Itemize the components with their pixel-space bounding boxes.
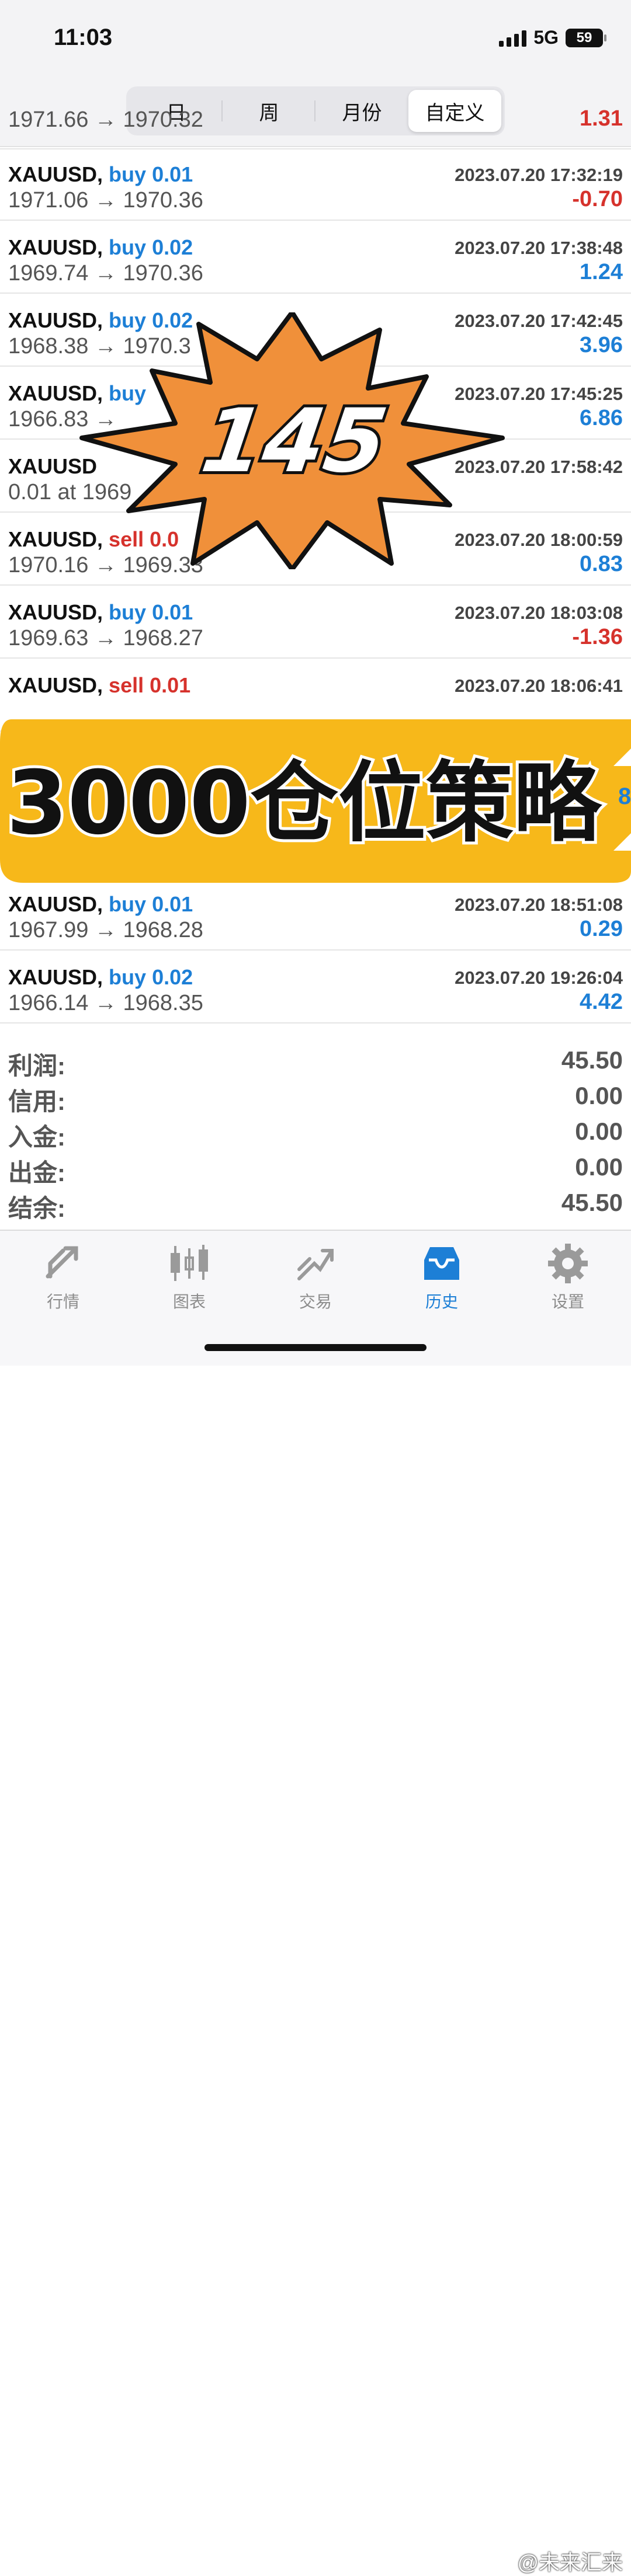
trade-profit: 4.42 — [580, 990, 623, 1014]
trade-lots: 0.01 — [152, 162, 193, 186]
summary-label: 入金: — [8, 1123, 65, 1151]
trade-price: 1971.06 → 1970.36 — [8, 188, 203, 213]
trade-lots: 0.02 — [152, 235, 193, 259]
tab-label: 交易 — [299, 1293, 332, 1311]
summary-credit: 信用: 0.00 — [0, 1082, 631, 1118]
home-indicator[interactable] — [204, 1344, 427, 1351]
trade-profit: 1.24 — [580, 260, 623, 284]
trade-time: 2023.07.20 19:26:04 — [455, 967, 623, 988]
trade-icon — [297, 1249, 334, 1280]
tab-history[interactable]: 历史 — [401, 1242, 483, 1313]
trade-row[interactable]: XAUUSD, buy 0.01 2023.07.20 18:03:08 196… — [0, 585, 631, 659]
signal-icon — [499, 29, 527, 47]
battery-icon: 59 — [566, 28, 606, 47]
tab-label: 图表 — [172, 1293, 206, 1311]
trade-symbol: XAUUSD, — [8, 965, 103, 989]
tab-trade[interactable]: 交易 — [275, 1242, 356, 1313]
trade-side: buy — [109, 600, 147, 624]
trade-symbol: XAUUSD, — [8, 600, 103, 624]
status-indicators: 5G 59 — [499, 27, 606, 48]
trade-side: buy — [109, 965, 147, 989]
promo-banner: 3000仓位策略 8 — [0, 719, 631, 883]
badge-number: 145 — [196, 390, 393, 492]
trade-price: 1971.66 → 1970.32 — [8, 107, 203, 132]
trade-side: buy — [109, 235, 147, 259]
trade-profit: 6.86 — [580, 406, 623, 430]
trade-profit: -1.36 — [572, 625, 623, 649]
status-bar: 11:03 5G 59 — [0, 0, 631, 76]
summary-profit: 利润: 45.50 — [0, 1046, 631, 1082]
history-icon — [424, 1247, 459, 1280]
trade-profit: 1.31 — [580, 106, 623, 131]
tab-chart[interactable]: 图表 — [148, 1242, 230, 1313]
summary-value: 0.00 — [575, 1153, 623, 1181]
tab-label: 行情 — [46, 1293, 79, 1311]
trade-profit: 0.83 — [580, 552, 623, 576]
banner-text: 3000仓位策略 — [6, 753, 602, 854]
tab-settings[interactable]: 设置 — [527, 1242, 609, 1313]
trade-symbol: XAUUSD, — [8, 235, 103, 259]
trade-side: buy — [109, 892, 147, 916]
summary-withdrawal: 出金: 0.00 — [0, 1153, 631, 1189]
trade-price: 1967.99 → 1968.28 — [8, 918, 203, 942]
trade-time: 2023.07.20 17:38:48 — [455, 238, 623, 258]
network-label: 5G — [533, 27, 559, 48]
chart-icon — [171, 1245, 208, 1281]
watermark-text: @未来汇来 — [517, 2550, 623, 2574]
battery-level: 59 — [576, 29, 592, 46]
trade-profit: 0.29 — [580, 917, 623, 941]
summary-value: 0.00 — [575, 1082, 623, 1109]
summary-value: 45.50 — [561, 1189, 623, 1216]
summary-balance: 结余: 45.50 — [0, 1189, 631, 1224]
settings-icon — [548, 1244, 588, 1283]
tab-label: 设置 — [551, 1293, 584, 1311]
trade-lots: 0.01 — [152, 892, 193, 916]
trade-price: 1969.74 → 1970.36 — [8, 261, 203, 286]
status-time: 11:03 — [54, 25, 113, 50]
summary-label: 出金: — [8, 1159, 65, 1186]
summary-label: 信用: — [8, 1088, 65, 1115]
summary-label: 利润: — [8, 1052, 65, 1080]
trade-row[interactable]: XAUUSD, buy 0.01 2023.07.20 17:32:19 197… — [0, 147, 631, 221]
tab-quotes[interactable]: 行情 — [22, 1242, 104, 1313]
trade-time: 2023.07.20 18:03:08 — [455, 603, 623, 623]
trade-row[interactable]: XAUUSD, buy 0.02 2023.07.20 17:38:48 196… — [0, 220, 631, 294]
trade-lots: 0.01 — [150, 673, 191, 697]
tab-label: 历史 — [425, 1293, 458, 1311]
summary-value: 45.50 — [561, 1046, 623, 1074]
quotes-icon — [46, 1246, 78, 1279]
trade-symbol: XAUUSD, — [8, 673, 103, 697]
trade-symbol: XAUUSD, — [8, 892, 103, 916]
trade-profit: -0.70 — [572, 187, 623, 211]
trade-time: 2023.07.20 18:51:08 — [455, 894, 623, 915]
trade-row-partial[interactable]: 1971.66 → 1970.32 1.31 — [0, 100, 631, 149]
trade-time: 2023.07.20 18:06:41 — [455, 676, 623, 696]
summary-label: 结余: — [8, 1195, 65, 1222]
banner-edge-digit: 8 — [618, 784, 631, 809]
summary-deposit: 入金: 0.00 — [0, 1118, 631, 1153]
trade-time: 2023.07.20 17:32:19 — [455, 165, 623, 185]
trade-row[interactable]: XAUUSD, buy 0.02 2023.07.20 19:26:04 196… — [0, 950, 631, 1024]
trade-price: 1966.14 → 1968.35 — [8, 991, 203, 1015]
starburst-badge: 145 — [79, 312, 505, 569]
trade-symbol: XAUUSD, — [8, 162, 103, 186]
trade-lots: 0.02 — [152, 965, 193, 989]
trade-side: sell — [109, 673, 144, 697]
trade-side: buy — [109, 162, 147, 186]
trade-lots: 0.01 — [152, 600, 193, 624]
summary-value: 0.00 — [575, 1118, 623, 1145]
trade-price: 1969.63 → 1968.27 — [8, 626, 203, 650]
trade-profit: 3.96 — [580, 333, 623, 357]
